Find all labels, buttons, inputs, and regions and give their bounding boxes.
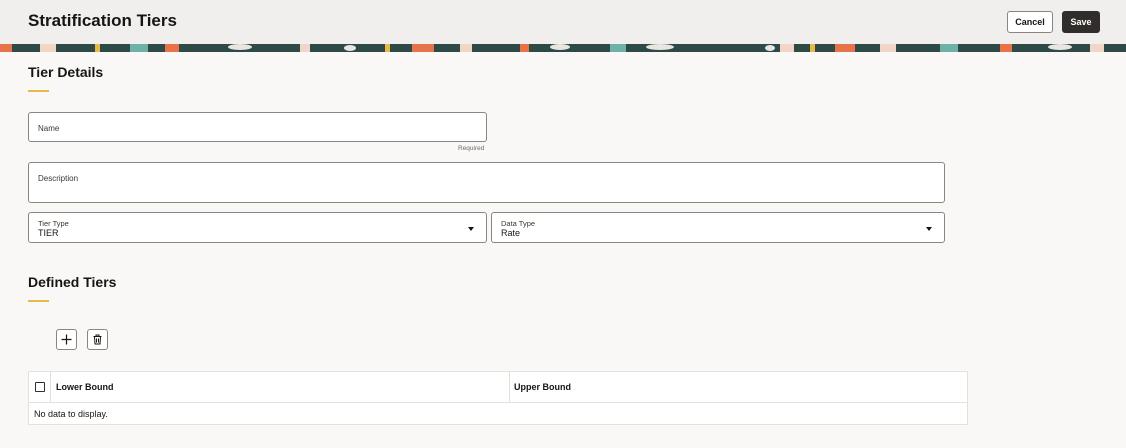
tier-details-heading: Tier Details <box>28 64 104 80</box>
data-type-value: Rate <box>501 228 521 238</box>
trash-icon <box>93 334 102 345</box>
tier-type-value: TIER <box>38 228 59 238</box>
defined-tiers-heading: Defined Tiers <box>28 274 117 290</box>
section-underline <box>28 90 49 92</box>
description-field[interactable]: Description <box>28 162 945 203</box>
add-tier-button[interactable] <box>56 329 77 350</box>
column-header-lower-bound[interactable]: Lower Bound <box>56 372 114 402</box>
empty-table-message: No data to display. <box>34 409 108 419</box>
column-divider <box>50 372 51 402</box>
defined-tiers-table: Lower Bound Upper Bound No data to displ… <box>28 371 968 425</box>
tier-type-select[interactable]: Tier Type TIER <box>28 212 487 243</box>
select-all-checkbox[interactable] <box>35 382 45 392</box>
column-divider <box>509 372 510 402</box>
name-required-helper: Required <box>458 145 485 152</box>
data-type-select[interactable]: Data Type Rate <box>491 212 945 243</box>
page-title: Stratification Tiers <box>28 11 177 30</box>
name-label: Name <box>38 124 60 133</box>
tier-type-label: Tier Type <box>38 219 69 228</box>
table-header: Lower Bound Upper Bound <box>29 372 967 403</box>
section-underline <box>28 300 49 302</box>
chevron-down-icon <box>468 227 474 231</box>
description-label: Description <box>38 174 79 183</box>
plus-icon <box>61 334 72 345</box>
save-button[interactable]: Save <box>1062 11 1100 33</box>
cancel-button[interactable]: Cancel <box>1007 11 1053 33</box>
decorative-banner <box>0 44 1126 52</box>
page-header: Stratification Tiers Cancel Save <box>0 0 1126 44</box>
delete-tier-button[interactable] <box>87 329 108 350</box>
column-header-upper-bound[interactable]: Upper Bound <box>514 372 571 402</box>
name-field[interactable]: Name <box>28 112 487 142</box>
chevron-down-icon <box>926 227 932 231</box>
data-type-label: Data Type <box>501 219 536 228</box>
